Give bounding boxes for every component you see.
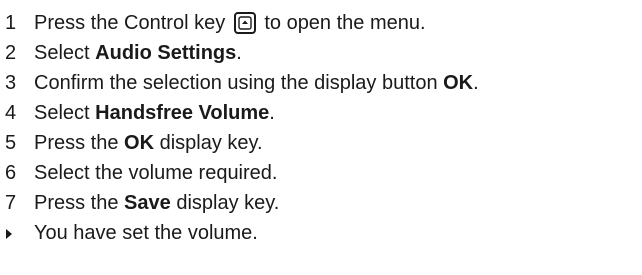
step-number: 3 [5, 71, 17, 94]
step-text: Press the [34, 131, 125, 154]
step-text: Confirm the selection using the display … [34, 71, 444, 94]
step-number: 4 [5, 101, 17, 124]
step-text: Select [34, 41, 96, 64]
step-text: Press the [34, 191, 125, 214]
step-number: 1 [5, 11, 17, 34]
step-text-end: . [236, 41, 242, 64]
step-bold-term: Handsfree Volume [95, 101, 270, 124]
step-bold-term: OK [443, 71, 474, 94]
step-number: 6 [5, 161, 17, 184]
step-number: 7 [5, 191, 17, 214]
step-bold-term: Audio Settings [95, 41, 237, 64]
result-text: You have set the volume. [34, 221, 258, 244]
step-text: Select the volume required. [34, 161, 278, 184]
control-key-icon [233, 11, 256, 34]
step-text: Select [34, 101, 96, 124]
step-text-end: to open the menu. [264, 11, 426, 34]
result-arrow-icon [6, 229, 12, 239]
step-text-end: . [473, 71, 479, 94]
step-number: 5 [5, 131, 17, 154]
step-text-end: display key. [154, 131, 263, 154]
step-number: 2 [5, 41, 17, 64]
step-bold-term: OK [124, 131, 155, 154]
step-text-end: display key. [170, 191, 280, 214]
step-bold-term: Save [124, 191, 171, 214]
step-text: Press the Control key [34, 11, 226, 34]
step-text-end: . [269, 101, 275, 124]
